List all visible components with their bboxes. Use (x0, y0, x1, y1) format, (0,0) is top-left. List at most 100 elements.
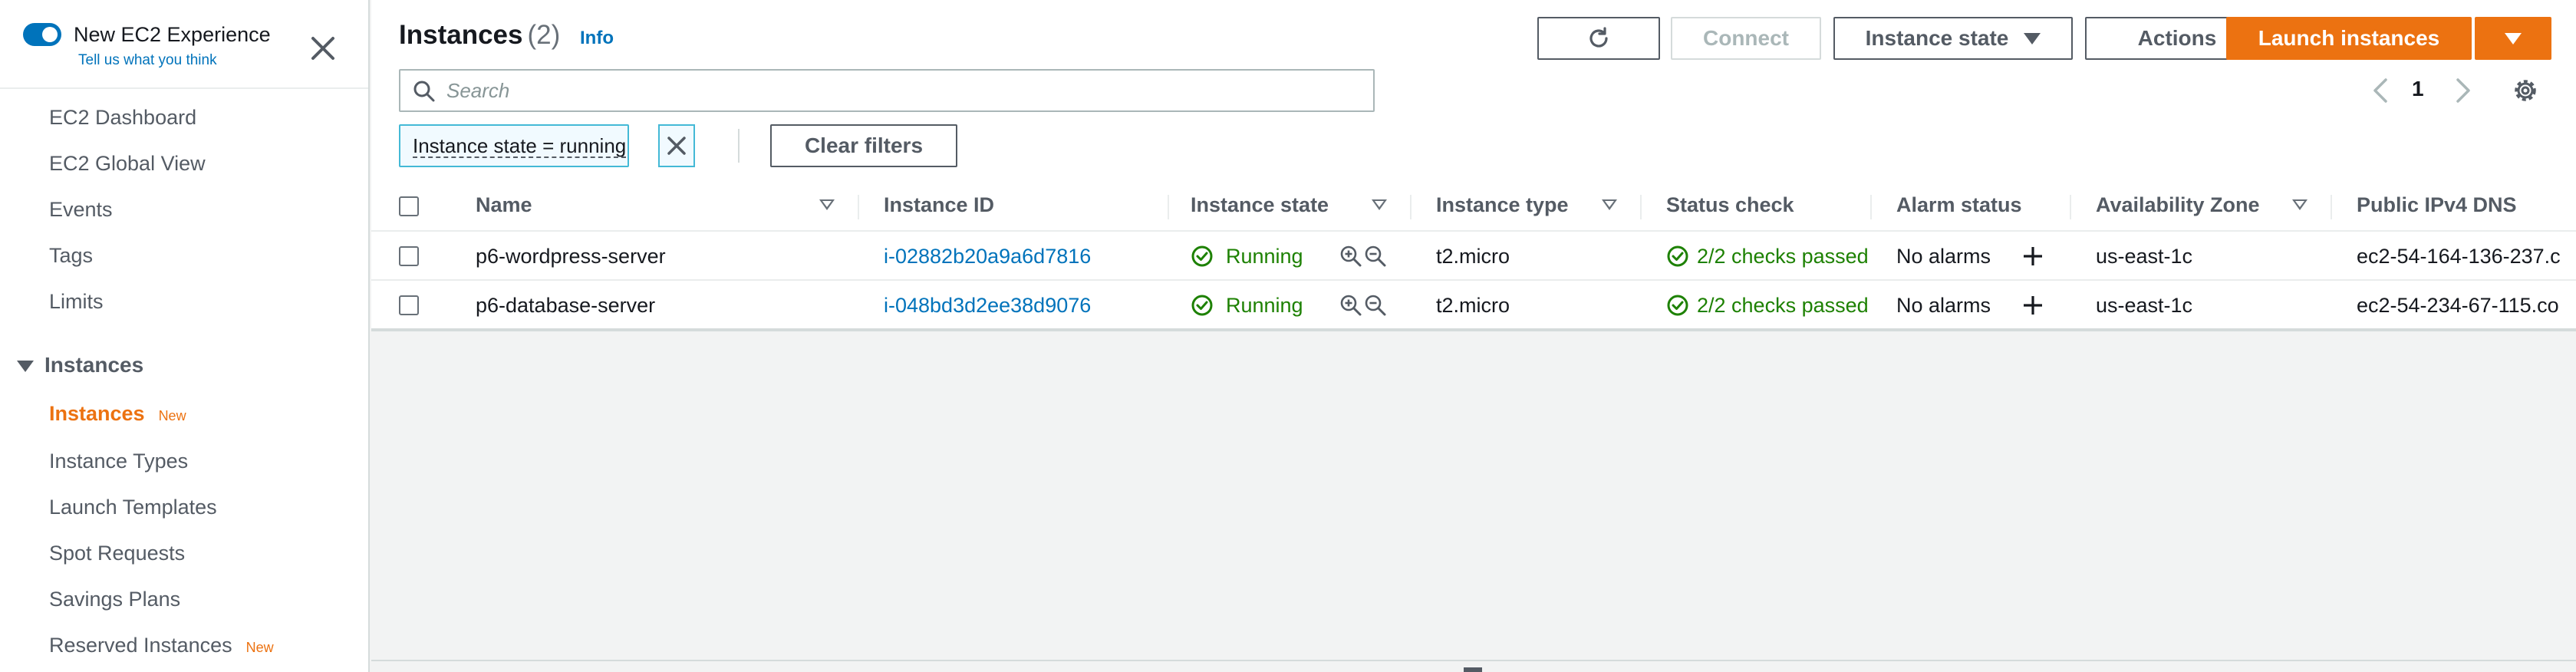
column-divider[interactable] (1870, 195, 1872, 219)
zoom-out-icon[interactable] (1364, 294, 1387, 317)
clear-filters-button[interactable]: Clear filters (770, 124, 957, 167)
chevron-down-icon (2024, 32, 2041, 44)
search-input[interactable] (445, 75, 1350, 106)
launch-instances-button[interactable]: Launch instances (2226, 17, 2472, 60)
close-icon[interactable] (305, 31, 341, 66)
sidebar-item-ec2-dashboard[interactable]: EC2 Dashboard (49, 106, 196, 130)
select-all-checkbox[interactable] (399, 196, 419, 216)
zoom-in-icon[interactable] (1339, 245, 1362, 268)
column-header-availability-zone[interactable]: Availability Zone (2096, 193, 2260, 217)
sidebar-item-savings-plans[interactable]: Savings Plans (49, 588, 180, 611)
column-divider[interactable] (1640, 195, 1642, 219)
instance-type: t2.micro (1436, 294, 1510, 317)
sidebar-item-reserved-instances[interactable]: Reserved Instances New (49, 634, 274, 657)
column-divider[interactable] (1168, 195, 1169, 219)
gear-icon[interactable] (2510, 75, 2541, 106)
success-check-icon (1667, 295, 1688, 316)
sidebar-item-events[interactable]: Events (49, 198, 113, 222)
search-icon (413, 81, 435, 102)
instance-state-running: Running (1226, 245, 1303, 268)
public-dns: ec2-54-234-67-115.co (2357, 294, 2559, 317)
public-dns: ec2-54-164-136-237.c (2357, 245, 2561, 268)
sidebar-item-ec2-global-view[interactable]: EC2 Global View (49, 152, 206, 176)
refresh-button[interactable] (1537, 17, 1660, 60)
column-divider[interactable] (858, 195, 859, 219)
sidebar-item-tags[interactable]: Tags (49, 244, 93, 268)
instance-type: t2.micro (1436, 245, 1510, 268)
add-alarm-icon[interactable] (2021, 293, 2045, 318)
column-header-alarm-status[interactable]: Alarm status (1896, 193, 2022, 217)
column-divider[interactable] (2331, 195, 2332, 219)
sidebar-item-label: Instances (49, 402, 145, 425)
status-check-result: 2/2 checks passed (1697, 245, 1869, 268)
column-header-instance-type[interactable]: Instance type (1436, 193, 1569, 217)
main-content: Instances (2) Info Connect Instance state… (371, 0, 2576, 672)
zoom-in-icon[interactable] (1339, 294, 1362, 317)
chevron-down-icon (2505, 32, 2522, 44)
sidebar-item-instance-types[interactable]: Instance Types (49, 450, 188, 473)
actions-label: Actions (2137, 26, 2217, 50)
table-bottom-border (371, 328, 2576, 331)
instance-state-button[interactable]: Instance state (1833, 17, 2073, 60)
instance-id-link[interactable]: i-048bd3d2ee38d9076 (884, 294, 1091, 318)
sidebar-section-label: Instances (44, 353, 144, 377)
sort-icon[interactable] (819, 199, 835, 210)
next-page-icon[interactable] (2452, 74, 2475, 107)
column-header-public-ipv4-dns[interactable]: Public IPv4 DNS (2357, 193, 2517, 217)
split-panel-divider (371, 660, 2576, 661)
new-badge: New (245, 640, 274, 655)
new-experience-toggle-row: New EC2 Experience Tell us what you thin… (23, 18, 345, 80)
launch-instances-dropdown[interactable] (2475, 17, 2551, 60)
availability-zone: us-east-1c (2096, 245, 2193, 268)
add-alarm-icon[interactable] (2021, 244, 2045, 268)
sidebar-item-instances[interactable]: Instances New (49, 402, 186, 426)
info-link[interactable]: Info (580, 28, 614, 49)
connect-button[interactable]: Connect (1671, 17, 1821, 60)
sort-icon[interactable] (1372, 199, 1387, 210)
sidebar-item-launch-templates[interactable]: Launch Templates (49, 496, 217, 519)
sidebar-item-spot-requests[interactable]: Spot Requests (49, 542, 185, 565)
sidebar-section-instances[interactable]: Instances (17, 353, 143, 377)
filter-separator (738, 129, 740, 163)
page-title: Instances (2) (399, 20, 560, 51)
instance-id-link[interactable]: i-02882b20a9a6d7816 (884, 245, 1091, 268)
search-box[interactable] (399, 69, 1375, 112)
resize-handle[interactable] (1464, 667, 1482, 672)
page-title-text: Instances (399, 20, 523, 50)
success-check-icon (1191, 245, 1213, 267)
column-header-instance-state[interactable]: Instance state (1191, 193, 1329, 217)
table-row[interactable]: p6-wordpress-server i-02882b20a9a6d7816 … (371, 232, 2576, 281)
table-row[interactable]: p6-database-server i-048bd3d2ee38d9076 R… (371, 281, 2576, 330)
instance-state-label: Instance state (1865, 26, 2009, 50)
sidebar-item-limits[interactable]: Limits (49, 290, 104, 314)
availability-zone: us-east-1c (2096, 294, 2193, 317)
success-check-icon (1191, 295, 1213, 316)
new-experience-toggle[interactable] (23, 23, 61, 46)
sort-icon[interactable] (2292, 199, 2308, 210)
filter-token-label: Instance state = running (413, 134, 627, 158)
sidebar-item-label: Reserved Instances (49, 634, 232, 657)
alarm-status: No alarms (1896, 245, 1991, 268)
feedback-link[interactable]: Tell us what you think (78, 52, 217, 69)
caret-down-icon (17, 361, 34, 373)
previous-page-icon[interactable] (2369, 74, 2392, 107)
filter-token[interactable]: Instance state = running (399, 124, 629, 167)
instance-count: (2) (527, 20, 561, 50)
instance-name: p6-database-server (476, 294, 656, 317)
column-header-instance-id[interactable]: Instance ID (884, 193, 994, 217)
zoom-out-icon[interactable] (1364, 245, 1387, 268)
alarm-status: No alarms (1896, 294, 1991, 317)
column-divider[interactable] (1410, 195, 1412, 219)
row-checkbox[interactable] (399, 295, 419, 315)
column-divider[interactable] (2070, 195, 2071, 219)
row-checkbox[interactable] (399, 246, 419, 266)
column-header-name[interactable]: Name (476, 193, 532, 217)
sort-icon[interactable] (1602, 199, 1617, 210)
refresh-icon (1589, 27, 1608, 48)
remove-filter-button[interactable] (658, 124, 695, 167)
navigation-sidebar: New EC2 Experience Tell us what you thin… (0, 0, 370, 672)
column-header-status-check[interactable]: Status check (1666, 193, 1794, 217)
current-page-number[interactable]: 1 (2412, 77, 2424, 101)
instance-state-running: Running (1226, 294, 1303, 317)
status-check-result: 2/2 checks passed (1697, 294, 1869, 317)
